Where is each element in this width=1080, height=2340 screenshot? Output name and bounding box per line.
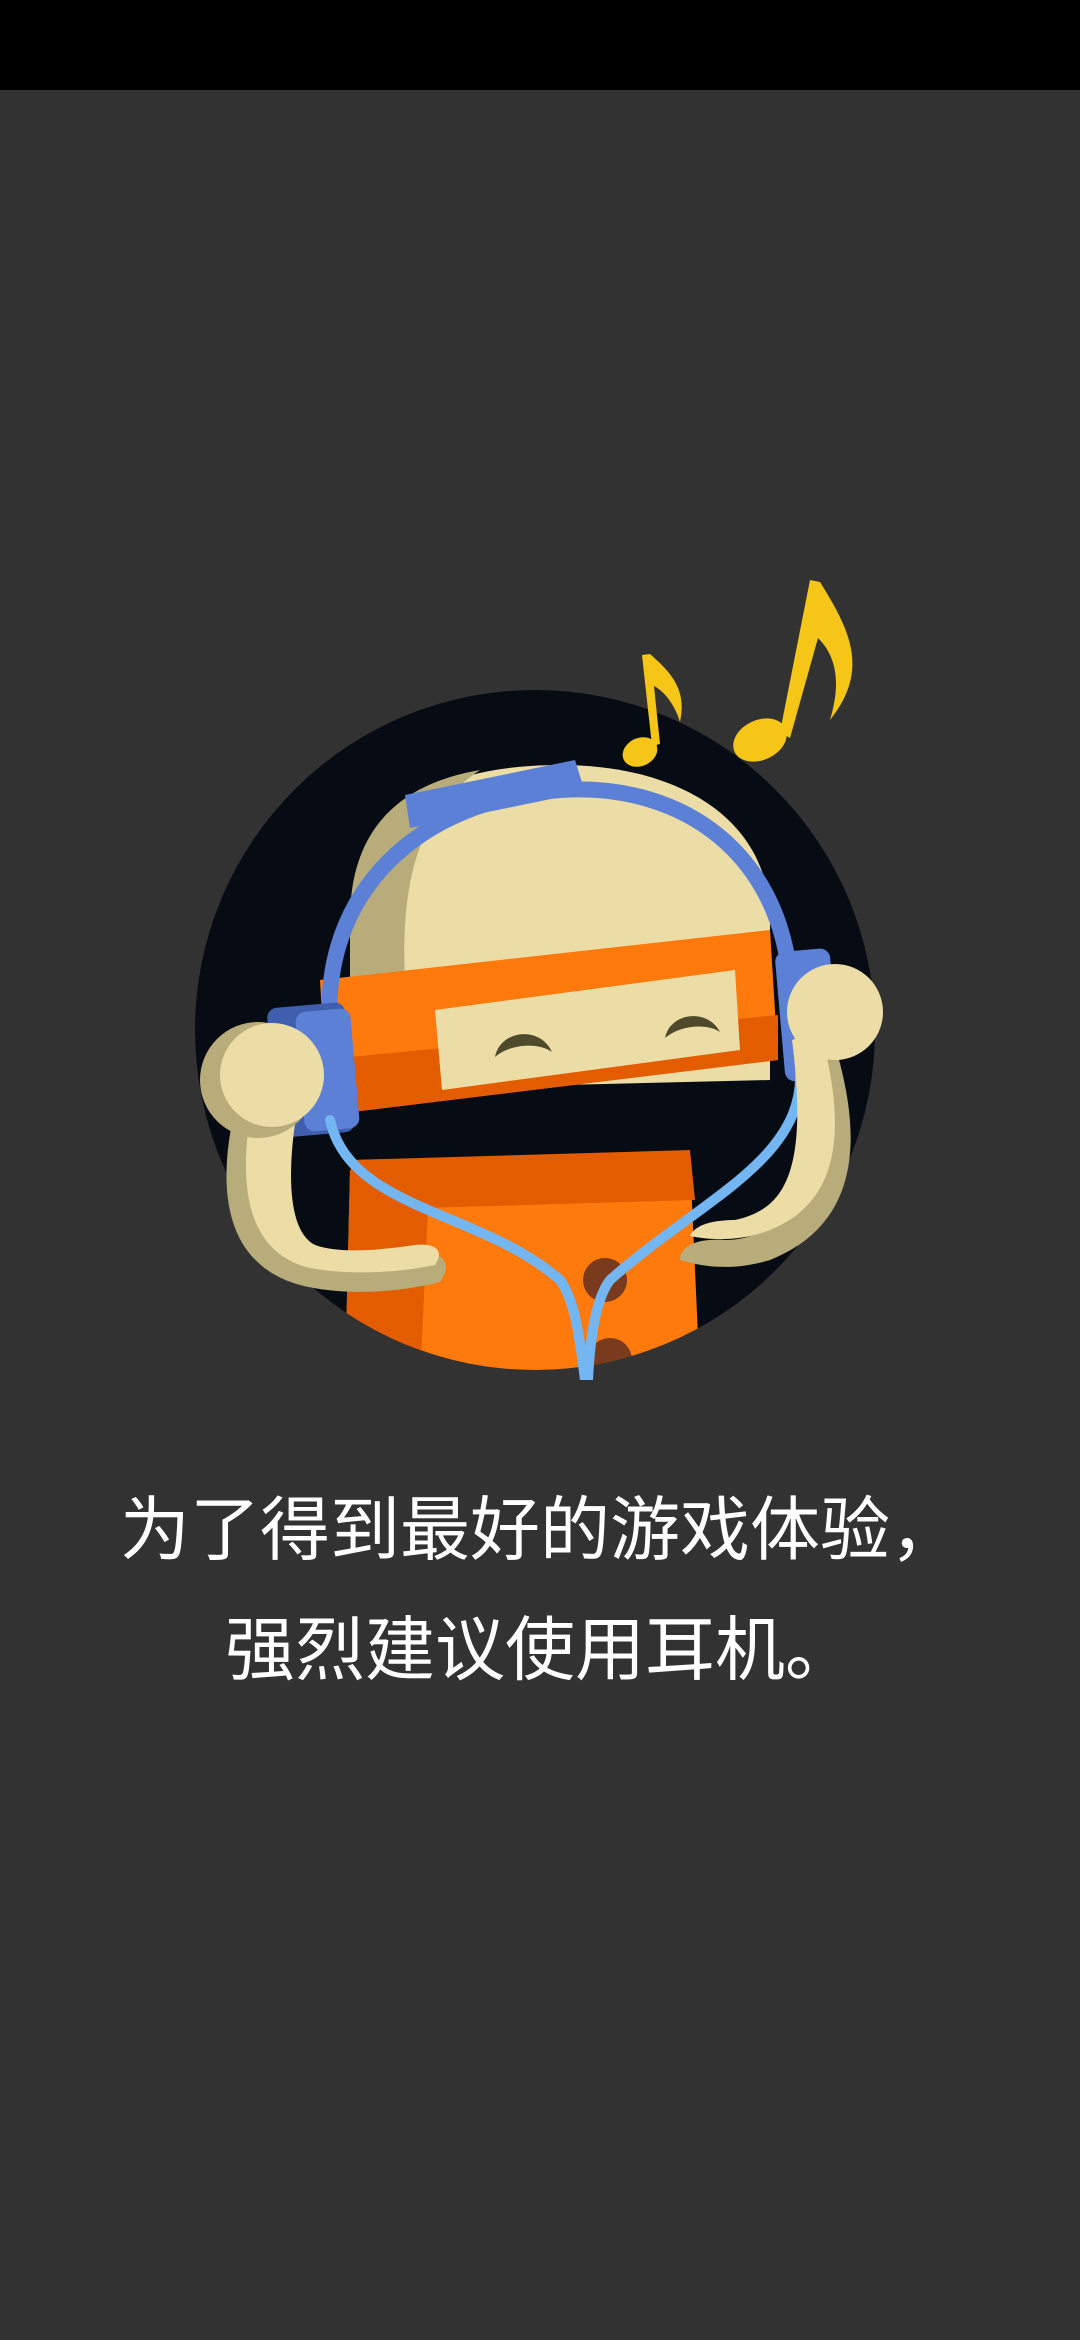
status-bar [0,0,1080,90]
headphone-recommendation-message: 为了得到最好的游戏体验， 强烈建议使用耳机。 [0,1470,1080,1710]
music-notes-icon [622,580,853,767]
headphone-recommendation-screen: 为了得到最好的游戏体验， 强烈建议使用耳机。 [0,0,1080,2340]
message-line-2: 强烈建议使用耳机。 [225,1609,855,1691]
message-line-1: 为了得到最好的游戏体验， [120,1489,960,1571]
robot-with-headphones-illustration [195,580,883,1380]
